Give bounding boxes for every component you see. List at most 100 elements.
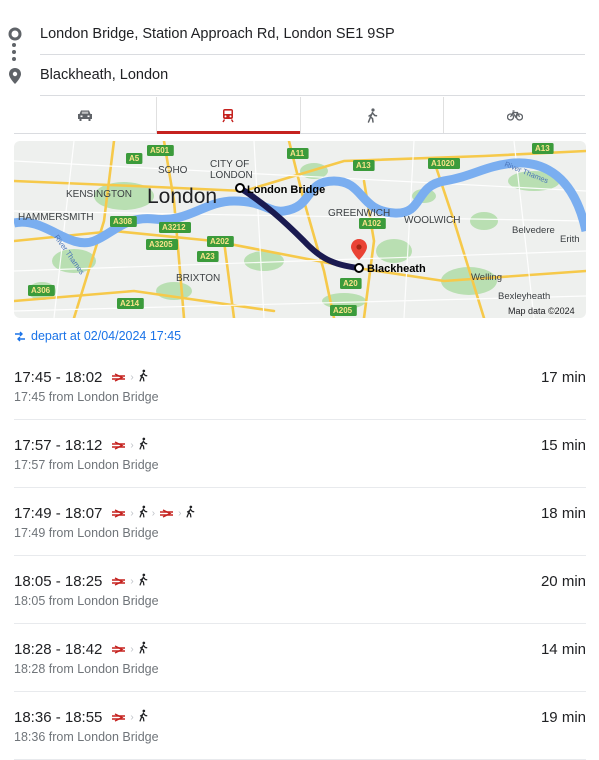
road-shield-label: A102 (362, 219, 382, 228)
label-woolwich: WOOLWICH (404, 215, 460, 226)
tab-walking[interactable] (301, 97, 444, 133)
route-option[interactable]: 18:36 - 18:55 › 18:36 from London Bridge … (14, 692, 586, 760)
origin-row: London Bridge, Station Approach Rd, Lond… (0, 14, 599, 55)
route-option[interactable]: 17:49 - 18:07 › › › 17:49 from London Bridg… (14, 488, 586, 556)
destination-pin-icon (9, 68, 21, 84)
road-shield-label: A202 (210, 237, 230, 246)
label-greenwich: GREENWICH (328, 208, 390, 219)
national-rail-icon (111, 505, 126, 522)
car-icon (78, 110, 93, 121)
leg-separator-icon: › (130, 440, 134, 451)
route-legs: › (111, 573, 148, 590)
route-departure-info: 17:49 from London Bridge (14, 526, 159, 540)
route-option[interactable]: 18:28 - 18:42 › 18:28 from London Bridge … (14, 624, 586, 692)
map-canvas: A501 A5 A11 A13 A1020 A13 A308 A3212 A3205 A202 A2… (14, 141, 586, 318)
leg-separator-icon: › (151, 508, 156, 519)
origin-map-marker (235, 183, 245, 193)
walk-icon (138, 369, 148, 386)
route-departure-info: 17:45 from London Bridge (14, 390, 159, 404)
tab-cycling[interactable] (444, 97, 586, 133)
road-shield-label: A3212 (162, 223, 186, 232)
road-shield-label: A308 (113, 217, 133, 226)
label-city: CITY OF (210, 159, 249, 170)
leg-separator-icon: › (130, 508, 134, 519)
route-duration: 14 min (540, 641, 586, 658)
route-times: 18:28 - 18:42 (14, 641, 103, 658)
road-shield-label: A20 (343, 279, 358, 288)
route-times: 17:45 - 18:02 (14, 369, 103, 386)
walk-icon (138, 709, 148, 726)
route-legs: › (111, 641, 148, 658)
road-shield-label: A13 (535, 144, 550, 153)
route-option[interactable]: 17:57 - 18:12 › 17:57 from London Bridge … (14, 420, 586, 488)
route-departure-info: 18:36 from London Bridge (14, 730, 159, 744)
destination-row: Blackheath, London (0, 55, 599, 96)
label-kensington: KENSINGTON (66, 189, 132, 200)
route-duration: 19 min (540, 709, 586, 726)
walk-icon (138, 641, 148, 658)
route-option[interactable]: 18:05 - 18:25 › 18:05 from London Bridge … (14, 556, 586, 624)
walk-icon (138, 437, 148, 454)
depart-options-icon (15, 331, 25, 341)
label-brixton: BRIXTON (176, 273, 220, 284)
national-rail-icon (111, 641, 126, 658)
tab-driving[interactable] (14, 97, 158, 133)
label-city2: LONDON (210, 170, 253, 181)
walk-icon (138, 573, 148, 590)
road-shield-label: A13 (356, 161, 371, 170)
walk-icon (138, 505, 148, 522)
route-results: 17:45 - 18:02 › 17:45 from London Bridge … (14, 352, 586, 760)
route-map[interactable]: A501 A5 A11 A13 A1020 A13 A308 A3212 A3205 A202 A2… (14, 141, 586, 318)
route-times: 18:05 - 18:25 (14, 573, 103, 590)
national-rail-icon (111, 573, 126, 590)
walk-icon (367, 107, 377, 123)
national-rail-icon (111, 437, 126, 454)
road-shield-label: A5 (129, 154, 140, 163)
route-departure-info: 18:05 from London Bridge (14, 594, 159, 608)
label-blackheath-pin: Blackheath (367, 263, 426, 275)
route-legs: › (111, 369, 148, 386)
route-option[interactable]: 17:45 - 18:02 › 17:45 from London Bridge … (14, 352, 586, 420)
national-rail-icon (111, 369, 126, 386)
depart-time-control[interactable]: depart at 02/04/2024 17:45 (14, 329, 181, 343)
road-shield-label: A214 (120, 299, 140, 308)
route-times: 18:36 - 18:55 (14, 709, 103, 726)
label-london-bridge-pin: London Bridge (247, 184, 325, 196)
route-departure-info: 17:57 from London Bridge (14, 458, 159, 472)
national-rail-icon (159, 505, 174, 522)
national-rail-icon (111, 709, 126, 726)
origin-input[interactable]: London Bridge, Station Approach Rd, Lond… (40, 14, 585, 55)
route-times: 17:57 - 18:12 (14, 437, 103, 454)
destination-map-marker (354, 263, 364, 273)
leg-separator-icon: › (130, 712, 134, 723)
train-icon (222, 108, 234, 122)
label-london: London (147, 185, 217, 208)
origin-marker-icon (8, 27, 22, 41)
label-bexleyheath: Bexleyheath (498, 291, 550, 302)
leg-separator-icon: › (130, 576, 134, 587)
destination-input[interactable]: Blackheath, London (40, 55, 585, 96)
road-shield-label: A11 (290, 149, 305, 158)
tab-transit[interactable] (157, 97, 301, 134)
road-shield-label: A205 (333, 306, 353, 315)
route-legs: › (111, 709, 148, 726)
bike-icon (506, 110, 523, 121)
route-duration: 18 min (540, 505, 586, 522)
leg-separator-icon: › (130, 644, 134, 655)
route-legs: › › › (111, 505, 195, 522)
road-shield-label: A3205 (149, 240, 173, 249)
label-soho: SOHO (158, 165, 188, 176)
label-erith: Erith (560, 234, 580, 245)
route-duration: 20 min (540, 573, 586, 590)
road-shield-label: A23 (200, 252, 215, 261)
route-legs: › (111, 437, 148, 454)
label-welling: Welling (471, 272, 502, 283)
depart-text: depart at 02/04/2024 17:45 (31, 329, 182, 343)
label-belvedere: Belvedere (512, 225, 555, 236)
route-duration: 15 min (540, 437, 586, 454)
leg-separator-icon: › (130, 372, 134, 383)
map-attribution: Map data ©2024 (508, 306, 575, 316)
route-departure-info: 18:28 from London Bridge (14, 662, 159, 676)
label-hammersmith: HAMMERSMITH (18, 212, 94, 223)
walk-icon (185, 505, 195, 522)
